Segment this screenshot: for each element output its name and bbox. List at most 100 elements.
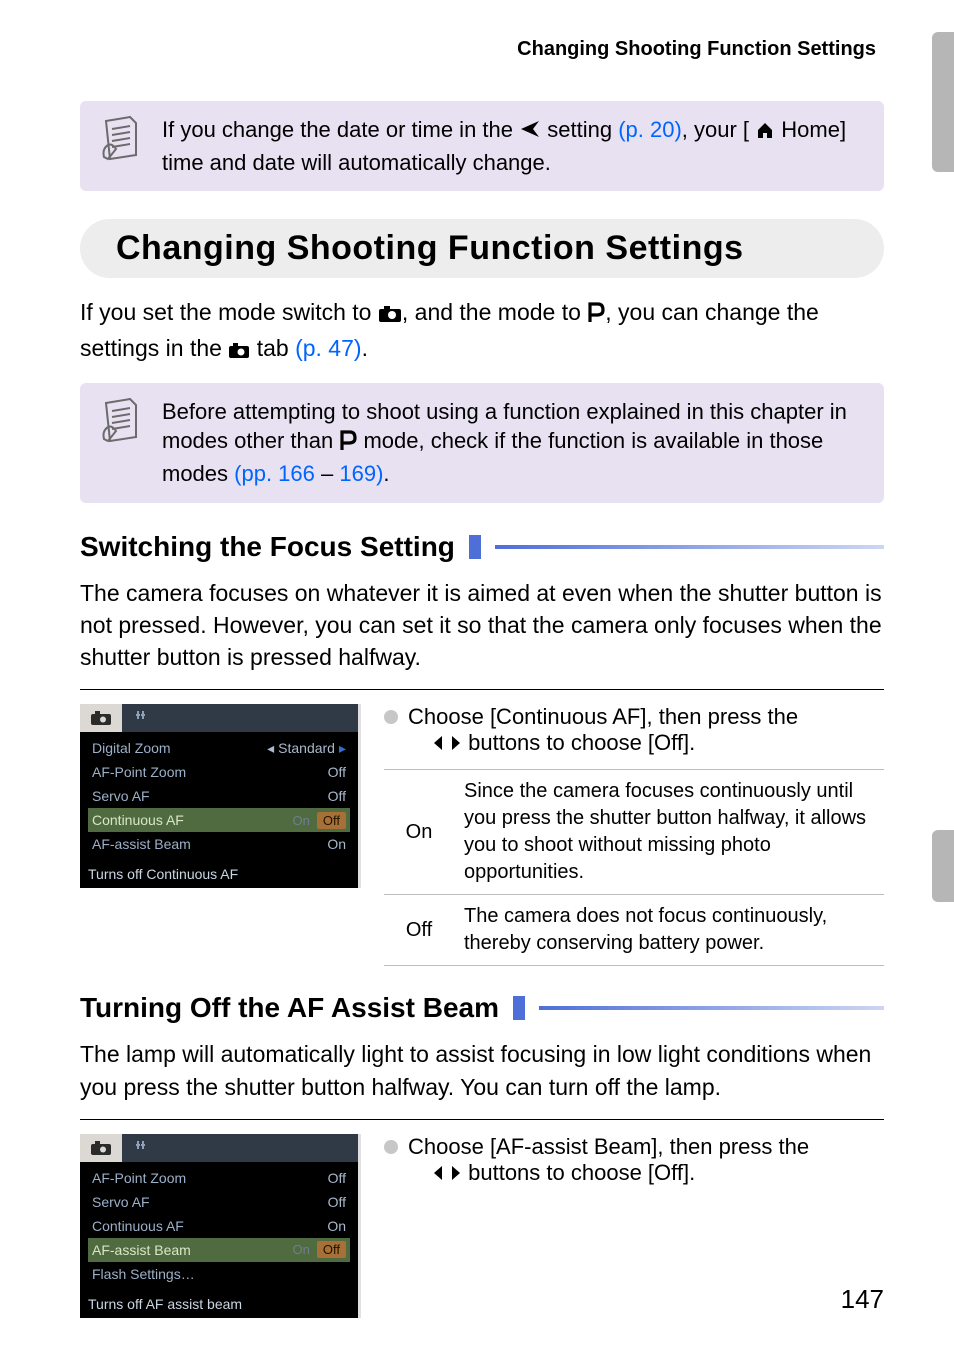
p-mode-icon	[339, 429, 357, 459]
page-link-47[interactable]: (p. 47)	[295, 335, 361, 361]
sub-heading-afbeam: Turning Off the AF Assist Beam	[80, 992, 499, 1024]
menu-label: AF-Point Zoom	[92, 1170, 186, 1186]
menu-tab-camera	[80, 1134, 122, 1162]
running-head: Changing Shooting Function Settings	[80, 38, 884, 61]
heading-rule	[539, 1006, 884, 1010]
table-row: OnSince the camera focuses continuously …	[384, 770, 884, 895]
menu-value: ◂Standard▸	[267, 740, 346, 757]
text: tab	[250, 335, 295, 361]
bullet-icon	[384, 710, 398, 724]
page-link-166[interactable]: (pp. 166	[234, 461, 315, 486]
menu-label: Continuous AF	[92, 1218, 184, 1234]
text: setting	[547, 117, 618, 142]
menu-row: AF-Point Zoom Off	[88, 1166, 350, 1190]
menu-row: AF-Point Zoom Off	[88, 760, 350, 784]
menu-value: Off	[328, 1170, 346, 1186]
text: If you change the date or time in the	[162, 117, 519, 142]
text: –	[315, 461, 339, 486]
menu-label: Servo AF	[92, 788, 150, 804]
camera-icon	[378, 299, 402, 331]
text: , your [	[682, 117, 749, 142]
menu-value: Off	[328, 764, 346, 780]
menu-value: OnOff	[290, 1241, 346, 1258]
text: , and the mode to	[402, 299, 587, 325]
page-link-20[interactable]: (p. 20)	[618, 117, 682, 142]
camera-menu-screenshot: Digital Zoom◂Standard▸ AF-Point ZoomOff …	[80, 704, 358, 888]
note-text: If you change the date or time in the se…	[162, 115, 864, 177]
menu-tab-camera	[80, 704, 122, 732]
text: Choose [AF-assist Beam], then press the	[408, 1134, 809, 1159]
table-key: Off	[384, 895, 454, 966]
table-val: Since the camera focuses continuously un…	[454, 770, 884, 895]
menu-label: AF-Point Zoom	[92, 764, 186, 780]
afbeam-right-col: Choose [AF-assist Beam], then press the …	[384, 1134, 884, 1195]
table-val: The camera does not focus continuously, …	[454, 895, 884, 966]
divider	[80, 1119, 884, 1120]
menu-label: AF-assist Beam	[92, 1242, 191, 1258]
menu-footer: Turns off Continuous AF	[80, 862, 358, 888]
sub-heading-row: Switching the Focus Setting	[80, 531, 884, 563]
menu-label: Digital Zoom	[92, 740, 171, 756]
table-key: On	[384, 770, 454, 895]
menu-row: Servo AF Off	[88, 784, 350, 808]
intro-paragraph: If you set the mode switch to , and the …	[80, 296, 884, 366]
section-title: Changing Shooting Function Settings	[116, 229, 856, 268]
menu-label: AF-assist Beam	[92, 836, 191, 852]
airplane-icon	[519, 118, 541, 148]
focus-table: OnSince the camera focuses continuously …	[384, 769, 884, 966]
note-box-datetime: If you change the date or time in the se…	[80, 101, 884, 191]
afbeam-body: The lamp will automatically light to ass…	[80, 1038, 884, 1102]
page-number: 147	[841, 1284, 884, 1315]
side-tab-lower	[932, 830, 954, 902]
table-row: OffThe camera does not focus continuousl…	[384, 895, 884, 966]
sub-heading-focus: Switching the Focus Setting	[80, 531, 455, 563]
menu-value: OnOff	[290, 812, 346, 829]
menu-label: Flash Settings…	[92, 1266, 195, 1282]
menu-footer: Turns off AF assist beam	[80, 1292, 358, 1318]
menu-row: Flash Settings…	[88, 1262, 350, 1286]
camera-tab-icon	[228, 335, 250, 367]
divider	[80, 689, 884, 690]
camera-menu-screenshot: AF-Point Zoom Off Servo AFOff Continuous …	[80, 1134, 358, 1318]
menu-tabs	[80, 704, 358, 732]
menu-value: On	[327, 1218, 346, 1234]
menu-body: Digital Zoom◂Standard▸ AF-Point ZoomOff …	[80, 732, 358, 862]
heading-rule	[495, 545, 884, 549]
section-title-wrap: Changing Shooting Function Settings	[80, 219, 884, 278]
text: Choose [Continuous AF], then press the	[408, 704, 798, 729]
menu-row-selected: AF-assist Beam OnOff	[88, 1238, 350, 1262]
notes-icon	[100, 115, 142, 166]
heading-marker	[469, 535, 481, 559]
afbeam-two-col: AF-Point Zoom Off Servo AFOff Continuous …	[80, 1134, 884, 1318]
left-right-arrows-icon	[432, 1163, 462, 1189]
text: buttons to choose [Off].	[468, 730, 695, 755]
note-text: Before attempting to shoot using a funct…	[162, 397, 864, 489]
side-tab	[932, 32, 954, 172]
menu-tab-tools	[122, 1134, 164, 1162]
menu-row: Continuous AF On	[88, 1214, 350, 1238]
text: buttons to choose [Off].	[468, 1160, 695, 1185]
bullet-line: Choose [Continuous AF], then press the b…	[384, 704, 884, 759]
left-right-arrows-icon	[432, 733, 462, 759]
bullet-line: Choose [AF-assist Beam], then press the …	[384, 1134, 884, 1189]
text: If you set the mode switch to	[80, 299, 378, 325]
menu-row: AF-assist Beam On	[88, 832, 350, 856]
text: .	[362, 335, 368, 361]
focus-right-col: Choose [Continuous AF], then press the b…	[384, 704, 884, 966]
menu-body: AF-Point Zoom Off Servo AFOff Continuous …	[80, 1162, 358, 1292]
home-icon	[755, 118, 775, 148]
menu-row: Digital Zoom ◂Standard▸	[88, 736, 350, 760]
bullet-icon	[384, 1140, 398, 1154]
page: Changing Shooting Function Settings If y…	[0, 0, 954, 1345]
note-box-modes: Before attempting to shoot using a funct…	[80, 383, 884, 503]
page-link-169[interactable]: 169)	[339, 461, 383, 486]
p-mode-icon	[587, 299, 605, 331]
menu-row-selected: Continuous AFOnOff	[88, 808, 350, 832]
menu-value: Off	[328, 1194, 346, 1210]
sub-heading-row: Turning Off the AF Assist Beam	[80, 992, 884, 1024]
menu-value: Off	[328, 788, 346, 804]
menu-value: On	[327, 836, 346, 852]
focus-body: The camera focuses on whatever it is aim…	[80, 577, 884, 674]
menu-tabs	[80, 1134, 358, 1162]
menu-row: Servo AFOff	[88, 1190, 350, 1214]
